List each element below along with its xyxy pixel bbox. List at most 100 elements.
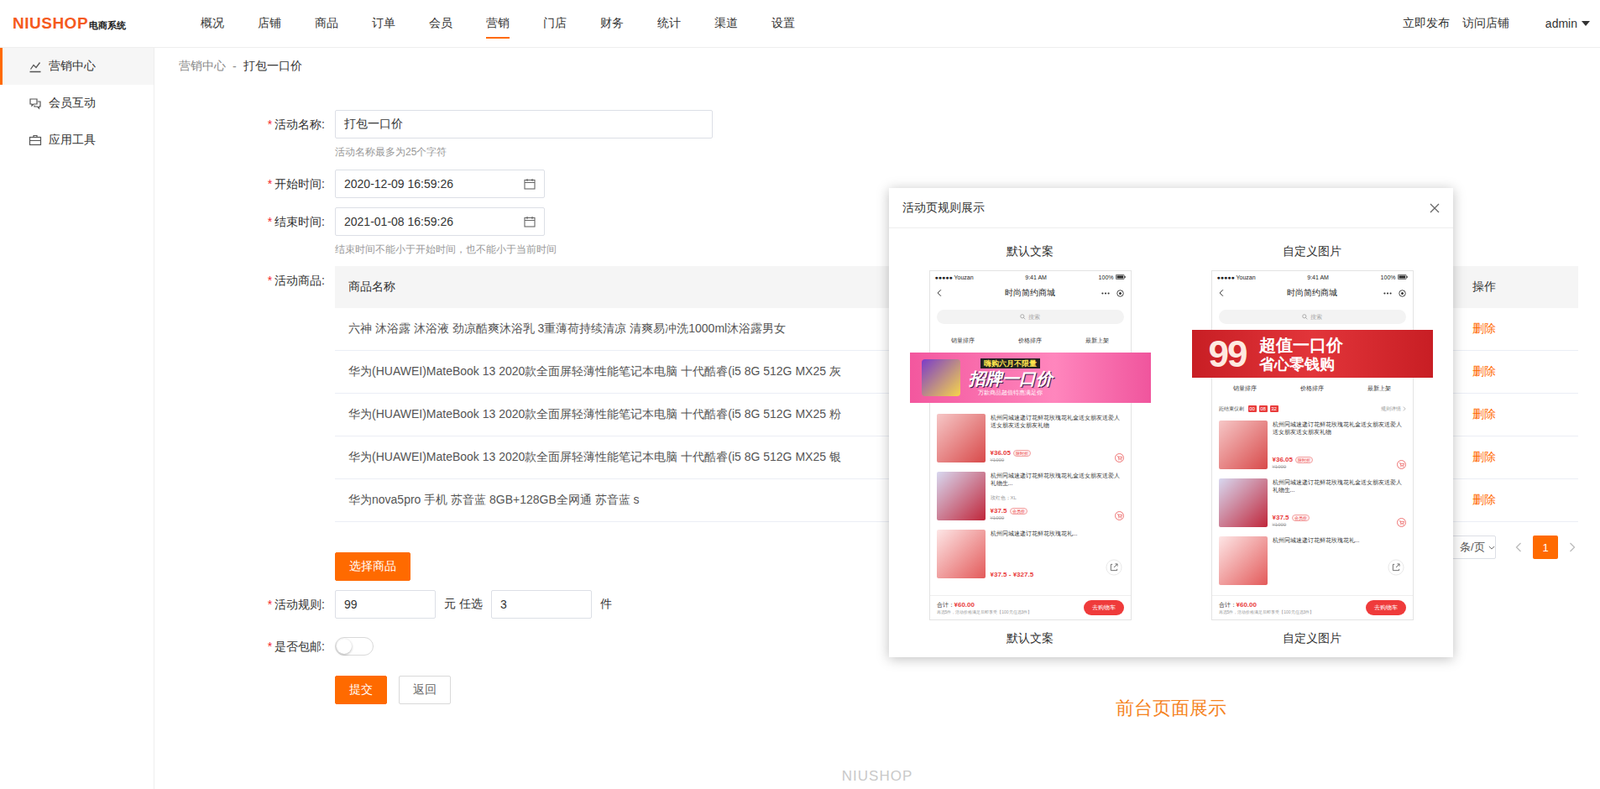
sort-option[interactable]: 最新上架 [1063, 336, 1131, 346]
menu-item[interactable]: 营销 [469, 0, 527, 48]
select-goods-button[interactable]: 选择商品 [334, 552, 411, 581]
logo-suffix: 电商系统 [88, 19, 126, 32]
menu-item[interactable]: 门店 [526, 0, 584, 48]
banner-sub: 省心零钱购 [1259, 355, 1344, 374]
breadcrumb-item[interactable]: 营销中心 [178, 58, 226, 74]
sidebar-label: 应用工具 [48, 132, 96, 148]
sidebar-item[interactable]: 营销中心 [0, 47, 154, 85]
logo[interactable]: NIUSHOP电商系统 [0, 0, 184, 48]
product-name: 杭州同城速递订花鲜花玫瑰花礼... [1272, 536, 1407, 544]
menu-item[interactable]: 设置 [754, 0, 812, 48]
total-label: 合计： [1218, 601, 1237, 610]
button-group: 提交返回 [334, 675, 1579, 705]
count-input[interactable]: 3 [491, 590, 592, 619]
menu-item[interactable]: 店铺 [240, 0, 299, 48]
product-prices: ¥37.5会员价¥1000 [990, 507, 1028, 521]
page-number[interactable]: 1 [1532, 535, 1559, 560]
menu-item[interactable]: 订单 [355, 0, 413, 48]
delete-link[interactable]: 删除 [1472, 492, 1496, 507]
op-cell: 删除 [1458, 407, 1579, 423]
banner-top: 嗨购六月不限量 [980, 358, 1041, 369]
go-cart-button[interactable]: 去购物车 [1083, 600, 1125, 616]
phone-nav: 时尚简约商城 [930, 282, 1131, 304]
free-shipping-switch[interactable] [334, 637, 374, 656]
product-card[interactable]: 杭州同城速递订花鲜花玫瑰花礼盒送女朋友送爱人送女朋友送女朋友礼物¥36.05限时… [1212, 417, 1413, 473]
next-page-icon[interactable] [1566, 542, 1579, 553]
countdown-digit: 08 [1259, 405, 1268, 413]
product-card[interactable]: 杭州同城速递订花鲜花玫瑰花礼... [1212, 533, 1413, 589]
more-icon[interactable] [1383, 292, 1392, 295]
sort-option[interactable]: 销量排序 [930, 336, 998, 346]
rules-link[interactable]: 规则详情 [1380, 405, 1407, 414]
sidebar-item[interactable]: 应用工具 [0, 121, 154, 159]
top-link[interactable]: 访问店铺 [1462, 15, 1510, 32]
amount-input[interactable]: 99 [334, 590, 436, 619]
close-icon[interactable] [1429, 203, 1440, 214]
delete-link[interactable]: 删除 [1472, 449, 1496, 464]
menu-label: 门店 [543, 15, 567, 32]
top-link[interactable]: 立即发布 [1402, 15, 1450, 32]
menu-item[interactable]: 会员 [412, 0, 470, 48]
menu-item[interactable]: 概况 [183, 0, 241, 48]
sort-option[interactable]: 价格排序 [1278, 384, 1346, 393]
required-mark: * [267, 214, 272, 229]
price-tag: 限时折 [1013, 449, 1031, 457]
user-menu[interactable]: admin [1545, 16, 1590, 31]
cart-icon[interactable] [1114, 511, 1125, 521]
cart-icon[interactable] [1396, 517, 1407, 528]
product-info: 杭州同城速递订花鲜花玫瑰花礼盒送女朋友送爱人送女朋友送女朋友礼物¥36.05限时… [1272, 420, 1407, 470]
end-date-input[interactable]: 2021-01-08 16:59:26 [334, 207, 545, 236]
share-icon[interactable] [1387, 559, 1405, 576]
delete-link[interactable]: 删除 [1472, 364, 1496, 378]
name-input[interactable]: 打包一口价 [334, 109, 713, 139]
product-image [936, 529, 986, 579]
product-card[interactable]: 杭州同城速递订花鲜花玫瑰花礼盒送女朋友送爱人礼物生...¥37.5会员价¥100… [1212, 475, 1413, 531]
nav-actions [1101, 289, 1125, 298]
carrier: ●●●●● Youzan [1217, 274, 1256, 281]
product-card[interactable]: 杭州同城速递订花鲜花玫瑰花礼盒送女朋友送爱人送女朋友送女朋友礼物¥36.05限时… [930, 410, 1131, 466]
delete-link[interactable]: 删除 [1472, 407, 1496, 421]
back-icon[interactable] [1218, 288, 1224, 298]
more-icon[interactable] [1101, 292, 1110, 295]
sort-bar: 销量排序价格排序最新上架 [1212, 381, 1413, 396]
target-icon[interactable] [1116, 289, 1125, 298]
sidebar-item[interactable]: 会员互动 [0, 84, 154, 122]
cart-icon[interactable] [1396, 460, 1407, 470]
delete-link[interactable]: 删除 [1472, 321, 1496, 335]
product-card[interactable]: 杭州同城速递订花鲜花玫瑰花礼盒送女朋友送爱人礼物生...玫红色；XL¥37.5会… [930, 468, 1131, 524]
share-icon[interactable] [1105, 559, 1123, 576]
cart-icon[interactable] [1114, 453, 1125, 463]
banner-number: 99 [1208, 333, 1247, 376]
prev-page-icon[interactable] [1512, 542, 1525, 553]
product-card[interactable]: 杭州同城速递订花鲜花玫瑰花礼...¥37.5 - ¥327.5 [930, 526, 1131, 582]
menu-item[interactable]: 统计 [640, 0, 698, 48]
target-icon[interactable] [1398, 289, 1407, 298]
menu-item[interactable]: 渠道 [697, 0, 755, 48]
form-button[interactable]: 提交 [334, 675, 387, 705]
menu-label: 设置 [771, 15, 795, 32]
back-icon[interactable] [936, 288, 942, 298]
phone-search[interactable]: 搜索 [1218, 309, 1407, 325]
preview-caption: 默认文案 [1006, 631, 1054, 645]
sort-option[interactable]: 销量排序 [1212, 384, 1280, 393]
form-button[interactable]: 返回 [398, 675, 451, 705]
breadcrumb-item: 打包一口价 [243, 58, 303, 74]
sidebar-label: 会员互动 [48, 95, 96, 111]
required-mark: * [267, 177, 272, 191]
menu-item[interactable]: 商品 [298, 0, 356, 48]
banner: 嗨购六月不限量招牌一口价万款商品超值特惠满足你 [909, 352, 1151, 403]
menu-label: 概况 [200, 15, 225, 32]
sort-option[interactable]: 最新上架 [1345, 384, 1413, 393]
phone-search[interactable]: 搜索 [936, 309, 1125, 325]
product-spec: 玫红色；XL [990, 494, 1125, 502]
phone-screen: ●●●●● Youzan9:41 AM100%时尚简约商城搜索销量排序价格排序最… [929, 270, 1132, 621]
battery: 100% [1380, 274, 1408, 281]
price-line: ¥37.5 - ¥327.5 [990, 570, 1035, 579]
menu-item[interactable]: 财务 [583, 0, 641, 48]
total-note: 再选5件，活动价格满足后即享受【100元任选3件】 [936, 609, 1079, 616]
go-cart-button[interactable]: 去购物车 [1365, 600, 1407, 616]
product-bottom: ¥37.5会员价¥1000 [1272, 513, 1407, 528]
start-date-input[interactable]: 2020-12-09 16:59:26 [334, 169, 545, 199]
sort-option[interactable]: 价格排序 [996, 336, 1064, 346]
unit-text: 元 任选 [444, 596, 483, 612]
